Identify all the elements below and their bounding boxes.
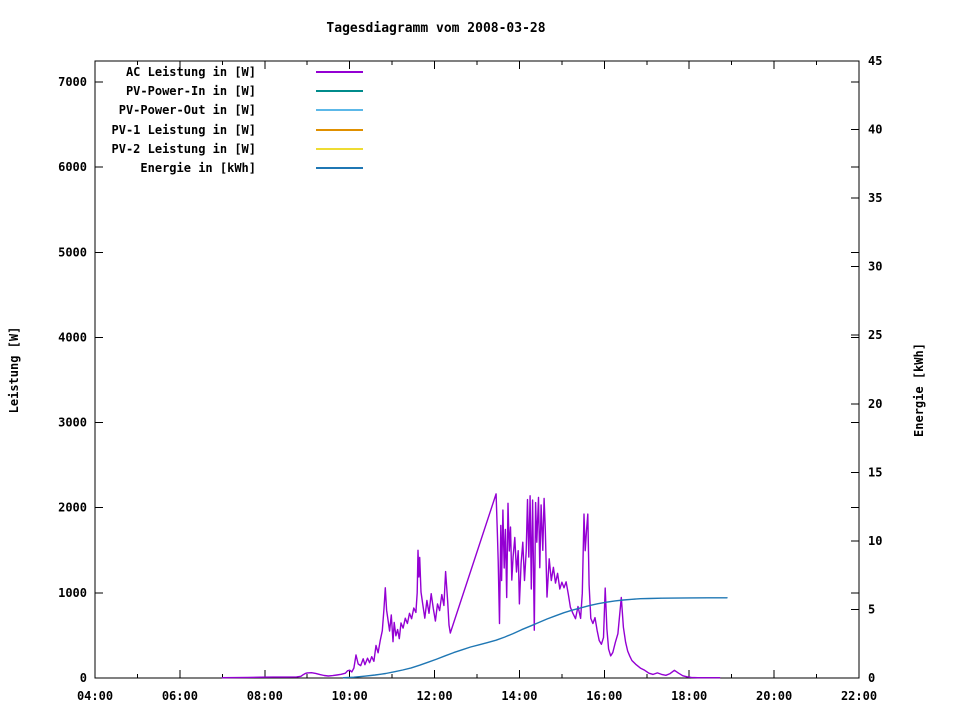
y1-tick-label: 3000: [58, 416, 87, 430]
legend-line-ac-leistung: [316, 71, 363, 73]
legend-line-energie: [316, 167, 363, 169]
y2-tick-label: 45: [868, 54, 882, 68]
legend-line-pv1-leistung: [316, 129, 363, 131]
legend-line-pv-power-in: [316, 90, 363, 92]
y2-tick-label: 0: [868, 671, 875, 685]
y1-tick-label: 1000: [58, 586, 87, 600]
x-tick-label: 18:00: [671, 689, 707, 703]
x-tick-label: 22:00: [841, 689, 877, 703]
series-ac-leistung-in-w: [222, 494, 720, 678]
y1-tick-label: 0: [80, 671, 87, 685]
chart-canvas: Tagesdiagramm vom 2008-03-28 Leistung [W…: [0, 0, 960, 720]
legend-item-pv-power-in: PV-Power-In in [W]: [0, 84, 363, 98]
y2-tick-label: 25: [868, 328, 882, 342]
y2-tick-label: 30: [868, 260, 882, 274]
y1-tick-label: 4000: [58, 330, 87, 344]
legend-item-pv-power-out: PV-Power-Out in [W]: [0, 103, 363, 117]
y2-tick-label: 10: [868, 534, 882, 548]
y2-tick-label: 15: [868, 465, 882, 479]
y2-tick-label: 40: [868, 123, 882, 137]
y2-tick-label: 35: [868, 191, 882, 205]
y1-tick-label: 5000: [58, 245, 87, 259]
x-tick-label: 16:00: [586, 689, 622, 703]
x-tick-label: 20:00: [756, 689, 792, 703]
y2-tick-label: 20: [868, 397, 882, 411]
legend-label: PV-2 Leistung in [W]: [112, 142, 257, 156]
legend-label: AC Leistung in [W]: [126, 65, 256, 79]
x-tick-label: 08:00: [247, 689, 283, 703]
legend-line-pv2-leistung: [316, 148, 363, 150]
legend-item-energie: Energie in [kWh]: [0, 161, 363, 175]
legend-item-pv1-leistung: PV-1 Leistung in [W]: [0, 123, 363, 137]
legend-item-ac-leistung: AC Leistung in [W]: [0, 65, 363, 79]
legend-label: PV-1 Leistung in [W]: [112, 123, 257, 137]
y1-tick-label: 2000: [58, 501, 87, 515]
legend-label: Energie in [kWh]: [140, 161, 256, 175]
y2-tick-label: 5: [868, 602, 875, 616]
legend-label: PV-Power-In in [W]: [126, 84, 256, 98]
x-tick-label: 14:00: [501, 689, 537, 703]
x-tick-label: 06:00: [162, 689, 198, 703]
x-tick-label: 10:00: [332, 689, 368, 703]
legend-item-pv2-leistung: PV-2 Leistung in [W]: [0, 142, 363, 156]
x-tick-label: 12:00: [416, 689, 452, 703]
legend-label: PV-Power-Out in [W]: [119, 103, 256, 117]
legend-line-pv-power-out: [316, 109, 363, 111]
x-tick-label: 04:00: [77, 689, 113, 703]
